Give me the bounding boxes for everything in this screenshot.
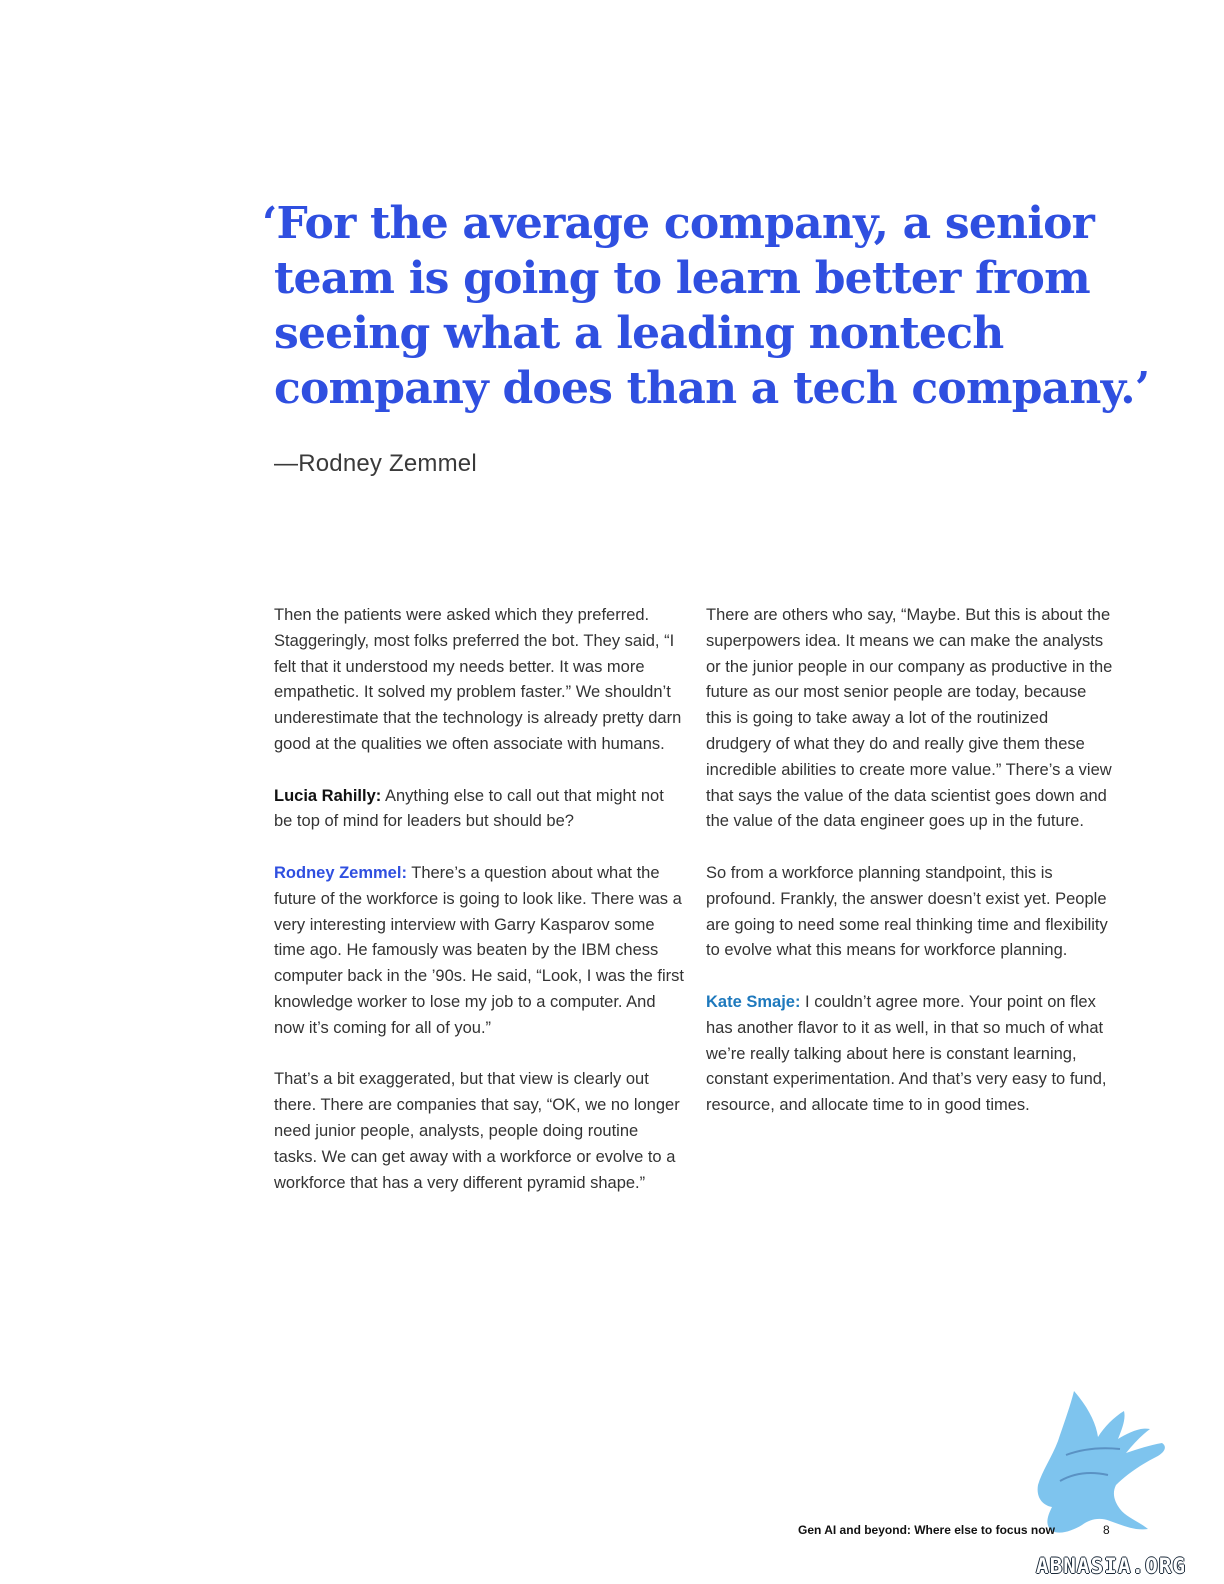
- speaker-name: Lucia Rahilly:: [274, 786, 382, 805]
- speaker-name: Rodney Zemmel:: [274, 863, 407, 882]
- pull-quote-line: ‘For the average company, a senior: [262, 198, 1095, 249]
- pull-quote-line: seeing what a leading nontech: [274, 308, 1004, 359]
- pull-quote-line: team is going to learn better from: [274, 253, 1091, 304]
- paragraph: That’s a bit exaggerated, but that view …: [274, 1070, 680, 1192]
- pull-quote-line: company does than a tech company.’: [274, 363, 1150, 414]
- dialogue-paragraph: Rodney Zemmel: There’s a question about …: [274, 861, 684, 1042]
- paragraph: So from a workforce planning standpoint,…: [706, 863, 1108, 960]
- griffin-logo-icon: [1037, 1391, 1165, 1533]
- footer-title: Gen AI and beyond: Where else to focus n…: [798, 1523, 1055, 1537]
- left-column: Then the patients were asked which they …: [274, 603, 684, 1222]
- page-number: 8: [1103, 1523, 1110, 1537]
- speaker-name: Kate Smaje:: [706, 992, 801, 1011]
- pull-quote: ‘For the average company, a senior team …: [262, 196, 1150, 416]
- watermark-text: ABNASIA.ORG: [1036, 1554, 1187, 1578]
- paragraph: Then the patients were asked which they …: [274, 606, 682, 753]
- dialogue-text: There’s a question about what the future…: [274, 863, 684, 1037]
- paragraph: There are others who say, “Maybe. But th…: [706, 606, 1113, 831]
- quote-attribution: —Rodney Zemmel: [274, 450, 477, 477]
- right-column: There are others who say, “Maybe. But th…: [706, 603, 1116, 1145]
- dialogue-paragraph: Lucia Rahilly: Anything else to call out…: [274, 784, 684, 836]
- dialogue-text: I couldn’t agree more. Your point on fle…: [706, 992, 1107, 1115]
- dialogue-paragraph: Kate Smaje: I couldn’t agree more. Your …: [706, 990, 1116, 1119]
